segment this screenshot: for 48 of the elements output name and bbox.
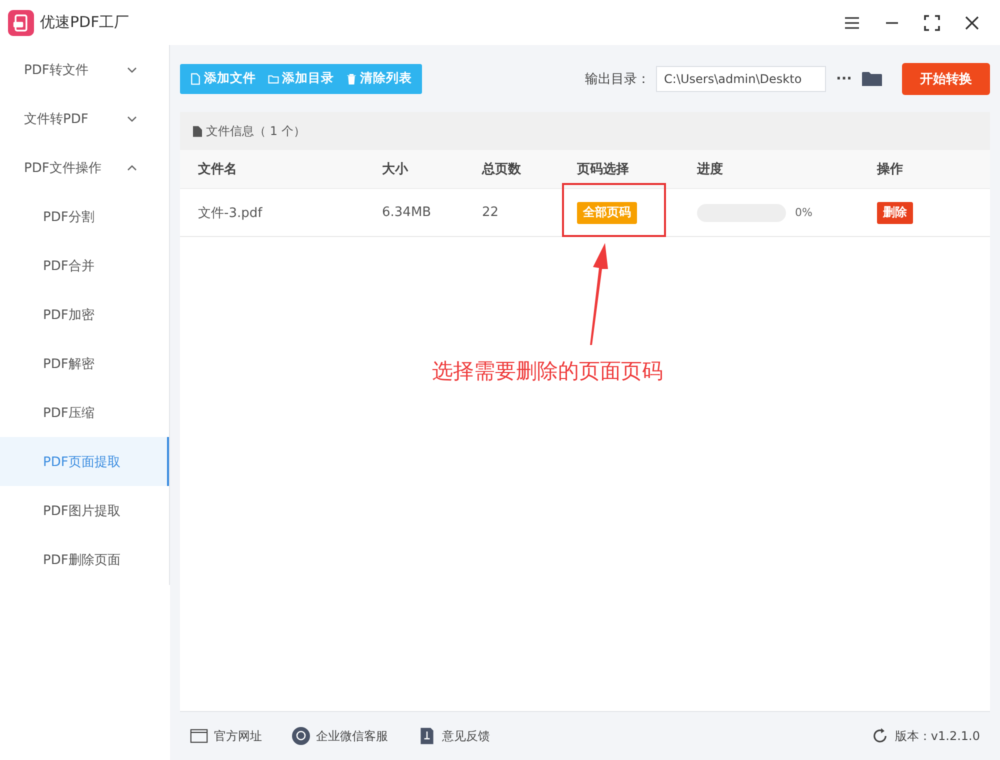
output-path-field[interactable]: C:\Users\admin\Deskto [656,66,826,92]
output-label: 输出目录： [585,70,650,88]
refresh-icon[interactable] [870,727,889,745]
version-label: 版本：v1.2.1.0 [894,728,980,744]
pages-cell-text: 22 [482,205,500,220]
sidebar-group[interactable]: PDF转文件 [0,45,169,94]
feedback-icon [418,727,436,745]
size-cell-text: 6.34MB [382,205,432,220]
sidebar-item[interactable]: PDF加密 [0,290,169,339]
footer-link[interactable]: 意见反馈 [442,728,490,744]
column-header: 进度 [697,160,724,178]
sidebar-item[interactable]: PDF删除页面 [0,535,169,584]
file-name-cell-text: 文件-3.pdf [198,204,264,222]
folder-icon[interactable] [862,70,882,86]
file-icon [190,72,201,84]
footer-link[interactable]: 企业微信客服 [316,728,388,744]
annotation-text: 选择需要删除的页面页码 [432,358,663,385]
start-button[interactable]: 开始转换 [902,62,990,94]
column-header: 文件名 [198,160,238,178]
column-header: 总页数 [482,161,522,178]
group-label: 文件转PDF [24,110,88,128]
document-icon [193,126,202,136]
sidebar-item[interactable]: PDF压缩 [0,388,169,437]
column-header: 大小 [382,161,410,178]
trash-icon [346,72,357,84]
column-header: 操作 [877,161,904,178]
column-header: 页码选择 [577,161,630,178]
more-button[interactable]: ··· [836,70,852,86]
panel-title: 文件信息（ 1 个） [206,122,306,140]
progress-reading: 0% [795,206,812,219]
sidebar-group[interactable]: PDF文件操作 [0,143,169,192]
folder-icon [268,72,279,84]
app-title: 优速PDF工厂 [40,13,130,32]
sidebar-item[interactable]: PDF解密 [0,339,169,388]
footer-link[interactable]: 官方网址 [214,728,262,744]
app-logo-icon [8,10,34,36]
sidebar-group[interactable]: 文件转PDF [0,94,169,143]
sidebar-item[interactable]: PDF分割 [0,192,169,241]
delete-button[interactable]: 删除 [877,202,913,224]
close-icon[interactable] [964,14,980,30]
group-label: PDF转文件 [24,62,88,78]
menu-icon[interactable] [844,14,860,30]
sidebar-item[interactable]: PDF图片提取 [0,486,169,535]
sidebar-item[interactable]: PDF合并 [0,241,169,290]
chat-icon [292,727,310,745]
web-icon [190,727,208,745]
fullscreen-icon[interactable] [924,14,940,30]
group-label: PDF文件操作 [24,160,102,176]
